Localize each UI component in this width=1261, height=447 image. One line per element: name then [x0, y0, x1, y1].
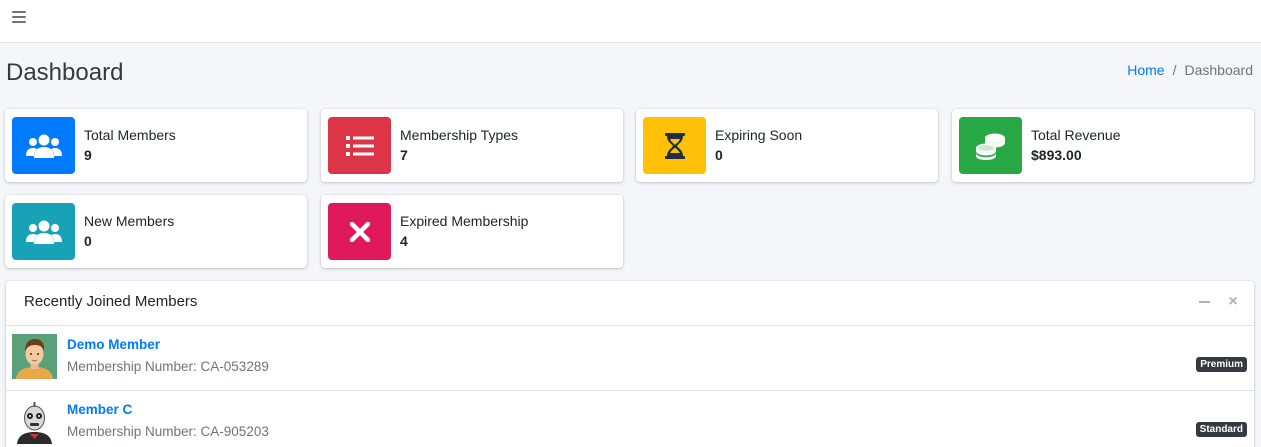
info-box-label: New Members — [84, 213, 175, 229]
breadcrumb: Home / Dashboard — [1127, 62, 1253, 78]
list-icon — [328, 117, 391, 174]
info-box-new-members: New Members 0 — [5, 195, 307, 268]
info-box-value: 0 — [84, 233, 92, 249]
top-navbar — [0, 0, 1261, 43]
card-title: Recently Joined Members — [24, 293, 198, 310]
info-box-expired-membership: Expired Membership 4 — [321, 195, 623, 268]
hourglass-icon — [643, 117, 706, 174]
times-icon — [328, 203, 391, 260]
info-box-label: Membership Types — [400, 127, 519, 143]
info-box-total-members: Total Members 9 — [5, 109, 307, 182]
info-box-label: Expiring Soon — [715, 127, 803, 143]
minus-icon[interactable] — [1196, 294, 1212, 310]
info-box-membership-types: Membership Types 7 — [321, 109, 623, 182]
membership-number: Membership Number: CA-905203 — [67, 424, 269, 439]
list-item: Demo Member Membership Number: CA-053289… — [6, 326, 1254, 390]
member-name-link[interactable]: Member C — [67, 402, 132, 417]
membership-badge: Standard — [1195, 422, 1247, 437]
info-box-value: 7 — [400, 147, 408, 163]
info-box-total-revenue: Total Revenue $893.00 — [952, 109, 1254, 182]
page-title: Dashboard — [6, 59, 124, 86]
info-box-label: Expired Membership — [400, 213, 529, 229]
breadcrumb-home-link[interactable]: Home — [1127, 62, 1164, 78]
users-icon — [12, 117, 75, 174]
close-icon[interactable]: × — [1225, 294, 1241, 310]
info-box-value: 0 — [715, 147, 723, 163]
users-icon — [12, 203, 75, 260]
man-avatar — [12, 334, 57, 379]
info-box-value: 4 — [400, 233, 408, 249]
membership-badge: Premium — [1196, 357, 1247, 372]
info-box-expiring-soon: Expiring Soon 0 — [636, 109, 938, 182]
info-box-label: Total Revenue — [1031, 127, 1121, 143]
breadcrumb-separator: / — [1172, 62, 1177, 78]
breadcrumb-current: Dashboard — [1184, 62, 1254, 78]
membership-number: Membership Number: CA-053289 — [67, 359, 269, 374]
coins-icon — [959, 117, 1022, 174]
hamburger-icon[interactable] — [11, 9, 27, 25]
info-box-value: 9 — [84, 147, 92, 163]
info-box-value: $893.00 — [1031, 147, 1082, 163]
info-box-label: Total Members — [84, 127, 176, 143]
member-name-link[interactable]: Demo Member — [67, 337, 160, 352]
robot-avatar — [12, 399, 57, 444]
card-header: Recently Joined Members × — [6, 281, 1254, 326]
list-item: Member C Membership Number: CA-905203 St… — [6, 390, 1254, 447]
recent-members-card: Recently Joined Members × Demo Member Me… — [6, 281, 1254, 447]
